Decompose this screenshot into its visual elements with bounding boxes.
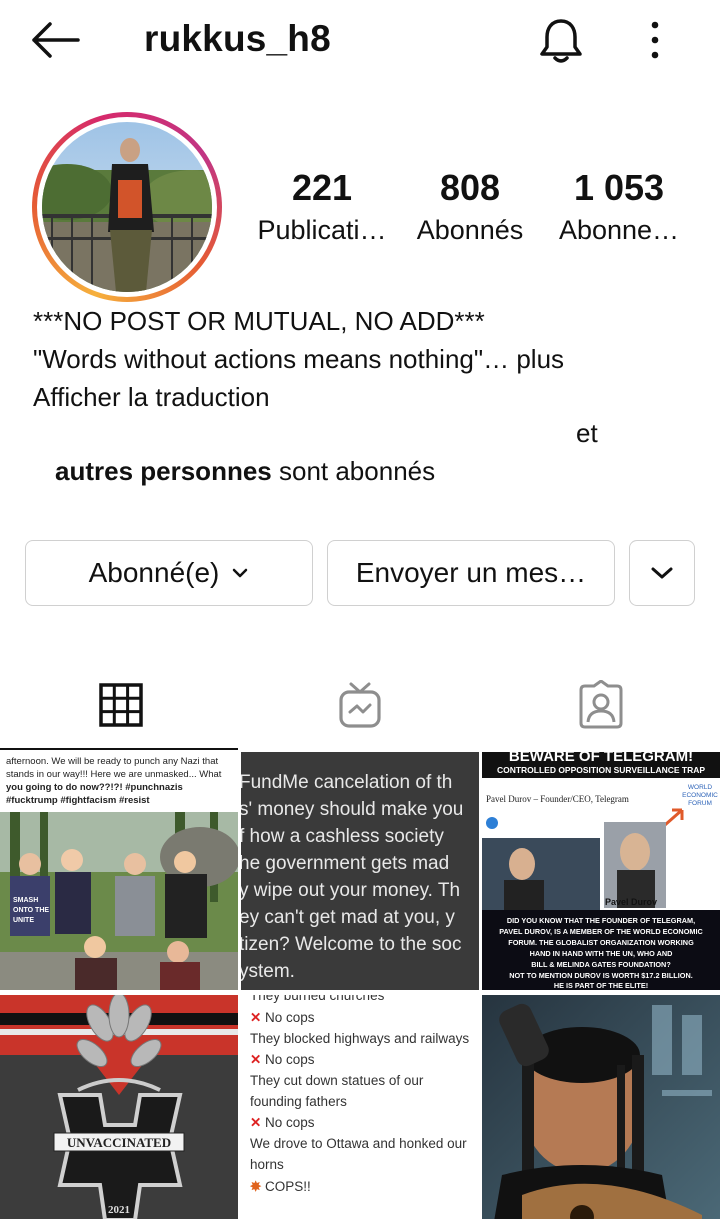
- post-caption-line: afternoon. We will be ready to punch any…: [6, 756, 218, 767]
- igtv-icon[interactable]: [335, 680, 385, 730]
- chevron-down-icon: [651, 567, 673, 579]
- bell-icon[interactable]: [536, 16, 586, 66]
- followed-by-text[interactable]: autres personnes sont abonnés: [55, 456, 435, 487]
- post-thumbnail[interactable]: [482, 995, 720, 1219]
- followed-by-others: autres personnes: [55, 456, 272, 486]
- post-text-line: FundMe cancelation of th: [241, 772, 452, 793]
- post-thumbnail[interactable]: BEWARE OF TELEGRAM! CONTROLLED OPPOSITIO…: [482, 752, 720, 990]
- message-button-label: Envoyer un mes…: [355, 557, 587, 588]
- svg-text:✕: ✕: [250, 1010, 261, 1025]
- followed-by-suffix: sont abonnés: [278, 456, 436, 486]
- story-ring[interactable]: [32, 112, 222, 302]
- shirt-text: UNITE: [13, 917, 34, 924]
- post-photo-caption: Pavel Durov: [605, 897, 657, 907]
- bio-line-1: ***NO POST OR MUTUAL, NO ADD***: [33, 306, 485, 336]
- following-label: Abonne…: [558, 215, 680, 245]
- post-caption-line: stands in our way!!! Here we are unmaske…: [6, 769, 222, 780]
- posts-count: 221: [291, 167, 353, 208]
- medal-banner-text: UNVACCINATED: [67, 1135, 171, 1150]
- post-body-line: HAND IN HAND WITH THE UN, WHO AND: [530, 949, 673, 958]
- back-arrow-icon[interactable]: [30, 20, 82, 60]
- post-text-line: horns: [250, 1157, 284, 1172]
- post-text-line: ey can't get mad at you, y: [241, 907, 455, 928]
- post-text-line: No cops: [265, 1010, 315, 1025]
- post-text-line: founding fathers: [250, 1094, 347, 1109]
- active-tab-indicator: [0, 748, 238, 750]
- stat-followers[interactable]: 808 Abonnés: [405, 166, 535, 250]
- post-body-line: FORUM. THE GLOBALIST ORGANIZATION WORKIN…: [508, 938, 694, 947]
- post-caption-line: #fucktrump #fightfacism #resist: [6, 795, 150, 806]
- tagged-photos-icon[interactable]: [576, 680, 626, 730]
- svg-text:✸: ✸: [249, 1179, 262, 1194]
- post-text-line: They burned churches: [250, 995, 385, 1003]
- post-body-line: DID YOU KNOW THAT THE FOUNDER OF TELEGRA…: [507, 916, 695, 925]
- suggested-accounts-button[interactable]: [629, 540, 695, 606]
- stat-posts[interactable]: 221 Publicati…: [252, 166, 392, 250]
- post-text-line: They blocked highways and railways: [250, 1031, 469, 1046]
- post-text-line: No cops: [265, 1052, 315, 1067]
- following-count: 1 053: [573, 167, 665, 208]
- post-text-line: COPS!!: [265, 1179, 311, 1194]
- post-body-line: BILL & MELINDA GATES FOUNDATION?: [531, 960, 671, 969]
- svg-text:✕: ✕: [250, 1115, 261, 1130]
- wef-logo-text: FORUM: [688, 800, 712, 807]
- svg-text:✕: ✕: [250, 1052, 261, 1067]
- post-text-line: ystem.: [241, 961, 295, 982]
- chevron-down-icon: [233, 568, 248, 578]
- post-caption-line: you going to do now??!?! #punchnazis: [6, 782, 183, 793]
- wef-logo-text: ECONOMIC: [682, 792, 718, 799]
- post-text-line: tizen? Welcome to the soc: [241, 934, 461, 955]
- shirt-text: SMASH: [13, 897, 38, 904]
- post-thumbnail[interactable]: UNVACCINATED 2021: [0, 995, 238, 1219]
- post-thumbnail[interactable]: afternoon. We will be ready to punch any…: [0, 752, 238, 990]
- bio-line-2: "Words without actions means nothing"…: [33, 344, 510, 374]
- post-headline: BEWARE OF TELEGRAM!: [509, 752, 693, 765]
- post-text-line: he government gets mad: [241, 853, 449, 874]
- translate-link[interactable]: Afficher la traduction: [33, 378, 693, 416]
- post-text-line: No cops: [265, 1115, 315, 1130]
- profile-avatar[interactable]: [42, 122, 212, 292]
- post-article-title: Pavel Durov – Founder/CEO, Telegram: [486, 794, 629, 804]
- post-body-line: NOT TO MENTION DUROV IS WORTH $17.2 BILL…: [509, 971, 693, 980]
- more-options-icon[interactable]: [640, 18, 670, 62]
- profile-bio: ***NO POST OR MUTUAL, NO ADD*** "Words w…: [33, 302, 693, 416]
- post-body-line: HE IS PART OF THE ELITE!: [554, 981, 648, 990]
- followers-label: Abonnés: [416, 215, 524, 245]
- post-text-line: y wipe out your money. Th: [241, 880, 460, 901]
- post-text-line: They cut down statues of our: [250, 1073, 424, 1088]
- profile-header: rukkus_h8: [0, 0, 720, 82]
- shirt-text: ONTO THE: [13, 907, 49, 914]
- followers-count: 808: [439, 167, 501, 208]
- post-subheadline: CONTROLLED OPPOSITION SURVEILLANCE TRAP: [497, 765, 705, 775]
- post-thumbnail[interactable]: FundMe cancelation of th s' money should…: [241, 752, 479, 990]
- wef-logo-text: WORLD: [688, 784, 713, 791]
- medal-year-text: 2021: [108, 1204, 130, 1216]
- posts-label: Publicati…: [257, 215, 387, 245]
- stat-following[interactable]: 1 053 Abonne…: [552, 166, 686, 250]
- post-thumbnail[interactable]: They burned churches ✕ No cops They bloc…: [241, 995, 479, 1219]
- following-button[interactable]: Abonné(e): [25, 540, 313, 606]
- post-text-line: We drove to Ottawa and honked our: [250, 1136, 467, 1151]
- profile-username: rukkus_h8: [144, 18, 331, 59]
- bio-more-link[interactable]: plus: [516, 344, 564, 374]
- grid-icon[interactable]: [96, 680, 146, 730]
- post-text-line: s' money should make you: [241, 799, 463, 820]
- post-body-line: PAVEL DUROV, IS A MEMBER OF THE WORLD EC…: [499, 927, 703, 936]
- message-button[interactable]: Envoyer un mes…: [327, 540, 615, 606]
- post-text-line: f how a cashless society: [241, 826, 444, 847]
- followed-by-et: et: [576, 418, 598, 448]
- following-button-label: Abonné(e): [88, 557, 220, 588]
